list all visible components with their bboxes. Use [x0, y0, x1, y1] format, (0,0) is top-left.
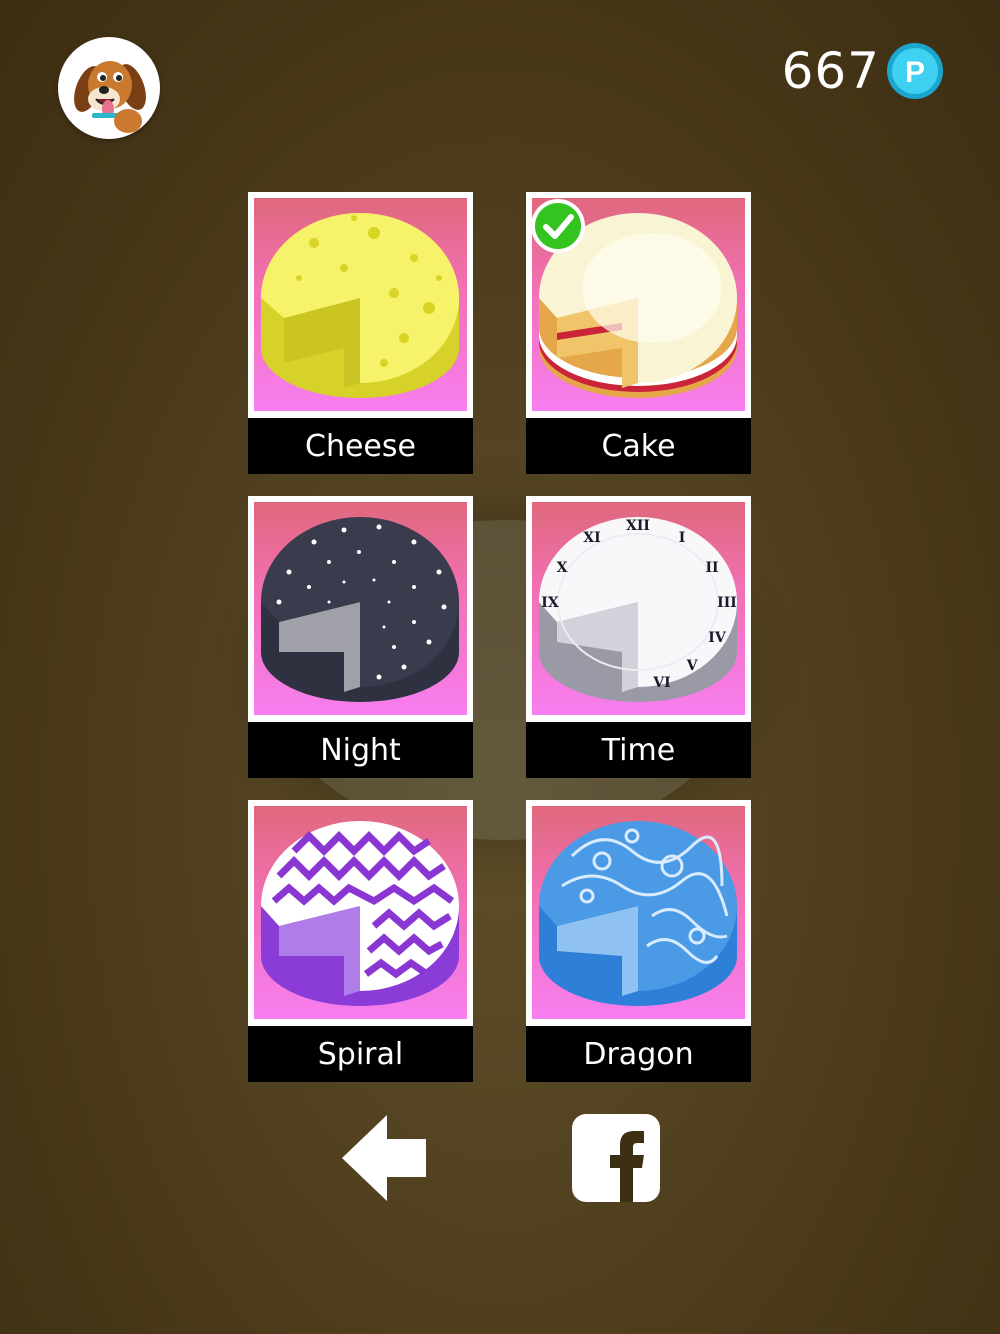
back-arrow-icon[interactable]	[340, 1115, 430, 1201]
svg-text:VI: VI	[652, 675, 670, 691]
coin-icon: P	[887, 43, 943, 99]
svg-text:XII: XII	[626, 518, 650, 534]
skin-card-time[interactable]: XII I II III IV V VI XI X IX Time	[526, 496, 751, 778]
facebook-icon[interactable]	[572, 1114, 660, 1202]
coin-symbol: P	[905, 56, 925, 89]
skin-card-spiral[interactable]: Spiral	[248, 800, 473, 1082]
skin-card-cheese[interactable]: Cheese	[248, 192, 473, 474]
svg-text:II: II	[705, 560, 718, 576]
skin-label: Cake	[526, 418, 751, 474]
skin-label: Night	[248, 722, 473, 778]
dragon-pattern-cake-icon	[539, 821, 737, 1006]
svg-text:III: III	[717, 595, 737, 611]
selected-check-icon	[531, 199, 585, 253]
cheese-wheel-icon	[261, 213, 459, 398]
skin-label: Cheese	[248, 418, 473, 474]
svg-text:XI: XI	[583, 530, 600, 546]
skin-preview	[254, 806, 467, 1019]
skin-card-cake[interactable]: Cake	[526, 192, 751, 474]
dog-avatar-icon	[74, 61, 146, 133]
spiral-cake-icon	[261, 821, 459, 1006]
clock-cake-icon: XIIIII IIIIVV VIXIX IX	[539, 517, 737, 702]
skin-preview	[532, 806, 745, 1019]
svg-text:IV: IV	[708, 630, 727, 646]
skin-label: Time	[526, 722, 751, 778]
skin-preview	[254, 502, 467, 715]
skin-label: Dragon	[526, 1026, 751, 1082]
skin-preview	[254, 198, 467, 411]
coin-count: 667	[781, 42, 880, 100]
coin-balance: 667 P	[782, 42, 944, 100]
skin-label: Spiral	[248, 1026, 473, 1082]
svg-text:IX: IX	[541, 595, 559, 611]
skin-preview: XII I II III IV V VI XI X IX	[532, 502, 745, 715]
night-stars-cake-icon	[261, 517, 459, 702]
svg-text:V: V	[686, 658, 699, 674]
svg-text:X: X	[557, 560, 568, 576]
dog-avatar-button[interactable]	[58, 37, 160, 139]
svg-text:I: I	[679, 530, 686, 546]
skin-card-night[interactable]: Night	[248, 496, 473, 778]
skin-card-dragon[interactable]: Dragon	[526, 800, 751, 1082]
